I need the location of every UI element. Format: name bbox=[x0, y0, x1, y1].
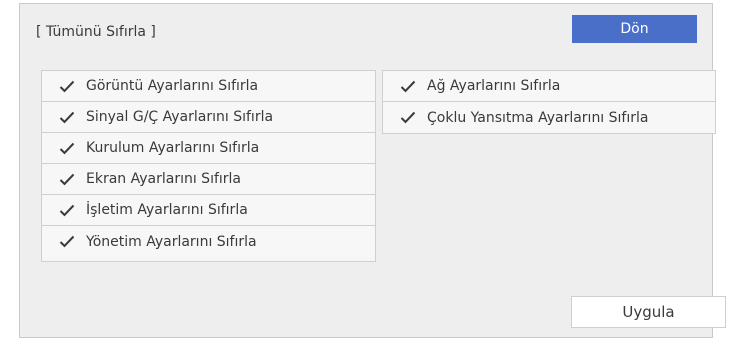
reset-option-label: Çoklu Yansıtma Ayarlarını Sıfırla bbox=[427, 109, 649, 126]
reset-option-multi-projection[interactable]: Çoklu Yansıtma Ayarlarını Sıfırla bbox=[383, 102, 715, 133]
checkmark-icon bbox=[56, 173, 78, 186]
reset-option-image[interactable]: Görüntü Ayarlarını Sıfırla bbox=[42, 71, 375, 102]
reset-all-dialog: [ Tümünü Sıfırla ] Dön Görüntü Ayarların… bbox=[19, 3, 726, 338]
reset-option-installation[interactable]: Kurulum Ayarlarını Sıfırla bbox=[42, 133, 375, 164]
reset-option-label: Ekran Ayarlarını Sıfırla bbox=[86, 171, 242, 187]
checkmark-icon bbox=[56, 111, 78, 124]
reset-option-signal-io[interactable]: Sinyal G/Ç Ayarlarını Sıfırla bbox=[42, 102, 375, 133]
checkmark-icon bbox=[56, 235, 78, 248]
reset-option-operation[interactable]: İşletim Ayarlarını Sıfırla bbox=[42, 195, 375, 226]
reset-option-label: Ağ Ayarlarını Sıfırla bbox=[427, 78, 561, 94]
reset-option-label: Yönetim Ayarlarını Sıfırla bbox=[86, 233, 257, 250]
checkmark-icon bbox=[56, 80, 78, 93]
dialog-title: [ Tümünü Sıfırla ] bbox=[36, 24, 156, 40]
left-reset-list: Görüntü Ayarlarını Sıfırla Sinyal G/Ç Ay… bbox=[41, 70, 376, 262]
reset-option-label: Görüntü Ayarlarını Sıfırla bbox=[86, 78, 259, 94]
reset-option-display[interactable]: Ekran Ayarlarını Sıfırla bbox=[42, 164, 375, 195]
reset-option-network[interactable]: Ağ Ayarlarını Sıfırla bbox=[383, 71, 715, 102]
back-button[interactable]: Dön bbox=[572, 15, 697, 43]
reset-option-label: Sinyal G/Ç Ayarlarını Sıfırla bbox=[86, 109, 274, 125]
checkmark-icon bbox=[56, 204, 78, 217]
checkmark-icon bbox=[397, 111, 419, 124]
right-reset-list: Ağ Ayarlarını Sıfırla Çoklu Yansıtma Aya… bbox=[382, 70, 716, 134]
reset-option-management[interactable]: Yönetim Ayarlarını Sıfırla bbox=[42, 226, 375, 257]
reset-option-label: İşletim Ayarlarını Sıfırla bbox=[86, 202, 248, 218]
checkmark-icon bbox=[56, 142, 78, 155]
reset-option-label: Kurulum Ayarlarını Sıfırla bbox=[86, 140, 260, 156]
checkmark-icon bbox=[397, 80, 419, 93]
apply-button[interactable]: Uygula bbox=[571, 296, 726, 328]
